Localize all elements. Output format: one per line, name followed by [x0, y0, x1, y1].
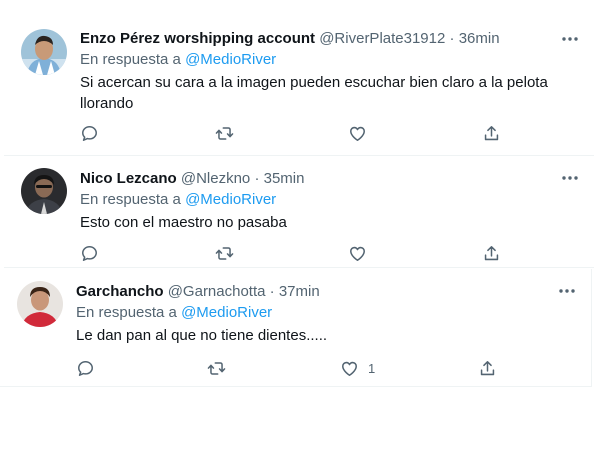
- like-button[interactable]: 1: [340, 357, 375, 379]
- like-icon: [342, 361, 357, 376]
- display-name[interactable]: Enzo Pérez worshipping account: [80, 30, 315, 47]
- display-name[interactable]: Nico Lezcano: [80, 170, 177, 187]
- share-button[interactable]: [482, 122, 501, 144]
- username[interactable]: @Nlezkno: [181, 170, 250, 187]
- retweet-button[interactable]: [215, 122, 234, 144]
- reply-mention[interactable]: @MedioRiver: [185, 191, 276, 208]
- reply-icon: [82, 245, 97, 261]
- share-icon: [480, 360, 495, 375]
- reply-button[interactable]: [76, 357, 95, 379]
- timestamp[interactable]: 36min: [459, 30, 500, 47]
- reply-button[interactable]: [80, 122, 99, 144]
- avatar-image: [17, 281, 63, 327]
- retweet-button[interactable]: [207, 357, 226, 379]
- reply-mention[interactable]: @MedioRiver: [185, 51, 276, 68]
- tweet-actions: [80, 122, 510, 144]
- tweet-header: Enzo Pérez worshipping account @RiverPla…: [80, 29, 500, 49]
- reply-context: En respuesta a @MedioRiver: [80, 50, 276, 70]
- avatar[interactable]: [21, 168, 67, 214]
- tweet-actions: [80, 242, 510, 264]
- avatar[interactable]: [17, 281, 63, 327]
- tweet[interactable]: Nico Lezcano @Nlezkno · 35min En respues…: [4, 156, 594, 268]
- retweet-icon: [215, 246, 234, 260]
- avatar-image: [21, 168, 67, 214]
- reply-icon: [82, 125, 97, 141]
- username[interactable]: @Garnachotta: [168, 283, 266, 300]
- tweet[interactable]: Enzo Pérez worshipping account @RiverPla…: [4, 16, 594, 156]
- share-button[interactable]: [482, 242, 501, 264]
- separator-dot: ·: [269, 283, 275, 300]
- tweet-actions: 1: [76, 357, 506, 379]
- tweet-header: Garchancho @Garnachotta · 37min: [76, 282, 320, 302]
- share-icon: [484, 125, 499, 140]
- retweet-icon: [215, 126, 234, 140]
- timestamp[interactable]: 37min: [279, 283, 320, 300]
- separator-dot: ·: [449, 30, 455, 47]
- share-icon: [484, 245, 499, 260]
- reply-button[interactable]: [80, 242, 99, 264]
- reply-prefix: En respuesta a: [76, 304, 177, 321]
- username[interactable]: @RiverPlate31912: [319, 30, 445, 47]
- reply-mention[interactable]: @MedioRiver: [181, 304, 272, 321]
- more-icon[interactable]: [557, 281, 577, 301]
- reply-prefix: En respuesta a: [80, 51, 181, 68]
- timestamp[interactable]: 35min: [264, 170, 305, 187]
- tweet-text: Si acercan su cara a la imagen pueden es…: [80, 74, 548, 112]
- reply-icon: [78, 360, 93, 376]
- like-icon: [350, 246, 365, 261]
- reply-prefix: En respuesta a: [80, 191, 181, 208]
- tweet-text: Esto con el maestro no pasaba: [80, 214, 287, 231]
- like-button[interactable]: [348, 242, 376, 264]
- reply-context: En respuesta a @MedioRiver: [80, 190, 276, 210]
- tweet[interactable]: Garchancho @Garnachotta · 37min En respu…: [0, 269, 592, 387]
- avatar-image: [21, 29, 67, 75]
- like-icon: [350, 126, 365, 141]
- more-icon[interactable]: [560, 29, 580, 49]
- reply-context: En respuesta a @MedioRiver: [76, 303, 272, 323]
- avatar[interactable]: [21, 29, 67, 75]
- tweet-header: Nico Lezcano @Nlezkno · 35min: [80, 169, 304, 189]
- like-button[interactable]: [348, 122, 376, 144]
- share-button[interactable]: [478, 357, 497, 379]
- retweet-button[interactable]: [215, 242, 234, 264]
- display-name[interactable]: Garchancho: [76, 283, 164, 300]
- retweet-icon: [207, 361, 226, 375]
- like-count: 1: [368, 360, 376, 376]
- tweet-text: Le dan pan al que no tiene dientes.....: [76, 327, 328, 344]
- more-icon[interactable]: [560, 168, 580, 188]
- separator-dot: ·: [254, 170, 260, 187]
